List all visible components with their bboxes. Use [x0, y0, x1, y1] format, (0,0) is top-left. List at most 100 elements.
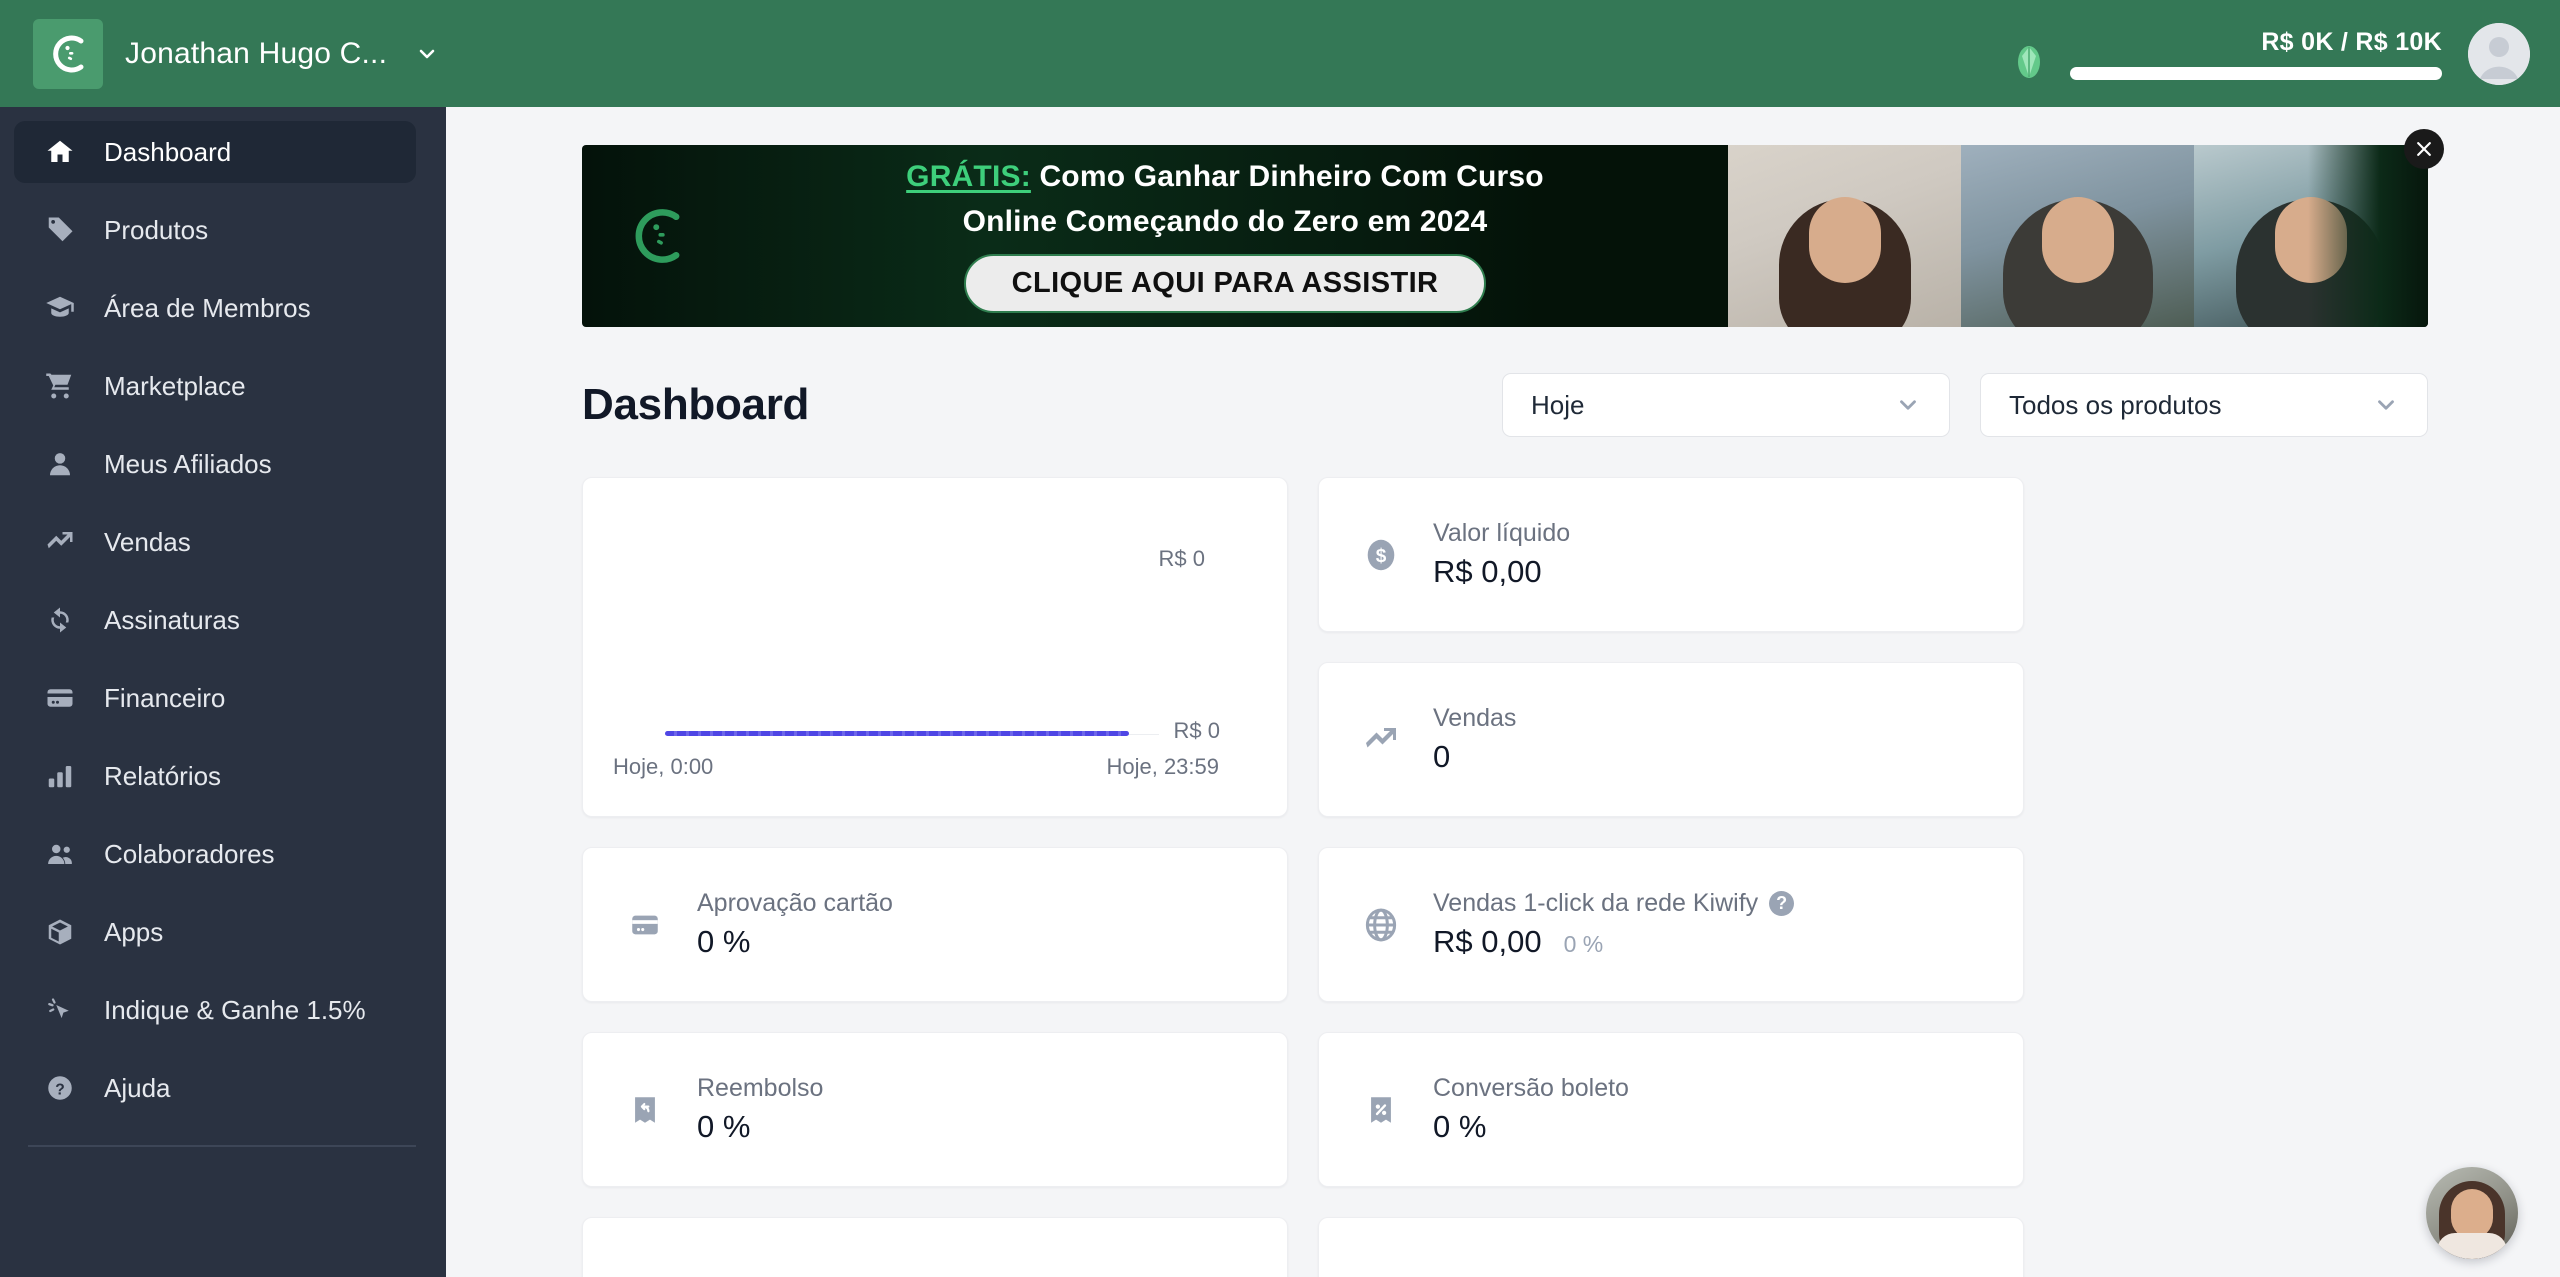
- page-title: Dashboard: [582, 380, 810, 429]
- revenue-goal-progress: R$ 0K / R$ 10K: [2070, 28, 2442, 80]
- promo-gratis-label: GRÁTIS:: [906, 160, 1031, 194]
- sidebar-item-produtos[interactable]: Produtos: [14, 199, 416, 261]
- close-icon[interactable]: [2404, 129, 2444, 169]
- metric-label: Conversão boleto: [1433, 1074, 1629, 1102]
- globe-icon: [1359, 903, 1403, 947]
- sidebar-item-label: Ajuda: [104, 1072, 171, 1103]
- sidebar-item-label: Marketplace: [104, 370, 246, 401]
- promo-gradient-overlay: [2308, 145, 2428, 327]
- sidebar-item-label: Colaboradores: [104, 838, 275, 869]
- metric-value-row: R$ 0,00: [1433, 554, 1570, 590]
- cursor-click-icon: [42, 992, 78, 1028]
- sidebar-item-relatorios[interactable]: Relatórios: [14, 745, 416, 807]
- promo-copy: GRÁTIS: Como Ganhar Dinheiro Com Curso O…: [732, 159, 1728, 313]
- trending-up-icon: [42, 524, 78, 560]
- metric-card-partial-left: [582, 1217, 1288, 1277]
- chat-avatar-body: [2437, 1233, 2507, 1259]
- metric-value: 0 %: [697, 924, 751, 959]
- sidebar-item-ajuda[interactable]: ? Ajuda: [14, 1057, 416, 1119]
- question-mark-icon[interactable]: ?: [1769, 891, 1795, 916]
- metric-text-block: Conversão boleto 0 %: [1433, 1074, 1629, 1145]
- sidebar-item-indique-e-ganhe[interactable]: Indique & Ganhe 1.5%: [14, 979, 416, 1041]
- metric-subvalue: 0 %: [1563, 931, 1604, 957]
- sidebar-item-label: Dashboard: [104, 136, 232, 167]
- revenue-line-chart: R$ 0 R$ 0 Hoje, 0:00 Hoje, 23:59: [613, 506, 1257, 794]
- header-right-cluster: R$ 0K / R$ 10K: [2014, 20, 2530, 88]
- gem-icon: [2014, 20, 2044, 88]
- brand-account-switcher[interactable]: Jonathan Hugo C...: [27, 13, 453, 95]
- sidebar-item-financeiro[interactable]: Financeiro: [14, 667, 416, 729]
- receipt-return-icon: [623, 1088, 667, 1132]
- sidebar-item-apps[interactable]: Apps: [14, 901, 416, 963]
- chart-y-axis-top-label: R$ 0: [1158, 546, 1205, 571]
- metric-text-block: Vendas 1-click da rede Kiwify ? R$ 0,00 …: [1433, 889, 1795, 960]
- chart-series-line: [665, 731, 1129, 736]
- metric-card-partial-right: [1318, 1217, 2024, 1277]
- cube-icon: [42, 914, 78, 950]
- chart-x-axis-start-label: Hoje, 0:00: [613, 754, 714, 779]
- sidebar-item-dashboard[interactable]: Dashboard: [14, 121, 416, 183]
- metric-card-reembolso: Reembolso 0 %: [582, 1032, 1288, 1187]
- period-filter-value: Hoje: [1531, 389, 1585, 420]
- sidebar-item-label: Indique & Ganhe 1.5%: [104, 994, 366, 1025]
- sidebar-item-meus-afiliados[interactable]: Meus Afiliados: [14, 433, 416, 495]
- user-icon: [42, 446, 78, 482]
- metric-value-row: R$ 0,00 0 %: [1433, 924, 1794, 960]
- metric-card-aprovacao-cartao: Aprovação cartão 0 %: [582, 847, 1288, 1002]
- sidebar-item-label: Assinaturas: [104, 604, 240, 635]
- refresh-icon: [42, 602, 78, 638]
- svg-text:?: ?: [55, 1081, 65, 1098]
- top-header-bar: Jonathan Hugo C... R$ 0K / R$ 10K: [0, 0, 2560, 107]
- metric-value: 0: [1433, 739, 1451, 774]
- tag-icon: [42, 212, 78, 248]
- sidebar-item-label: Vendas: [104, 526, 191, 557]
- product-filter-value: Todos os produtos: [2009, 389, 2222, 420]
- metric-value: R$ 0,00: [1433, 554, 1542, 589]
- promo-banner[interactable]: GRÁTIS: Como Ganhar Dinheiro Com Curso O…: [582, 145, 2428, 327]
- metric-text-block: Valor líquido R$ 0,00: [1433, 519, 1570, 590]
- metric-text-block: Reembolso 0 %: [697, 1074, 823, 1145]
- chat-avatar-face: [2451, 1189, 2493, 1239]
- promo-banner-wrapper: GRÁTIS: Como Ganhar Dinheiro Com Curso O…: [582, 129, 2444, 327]
- metric-card-vendas: Vendas 0: [1318, 662, 2024, 817]
- question-circle-icon: ?: [42, 1070, 78, 1106]
- credit-card-icon: [623, 903, 667, 947]
- promo-headline-line2: Online Começando do Zero em 2024: [962, 204, 1488, 238]
- metric-value-row: 0 %: [697, 924, 893, 960]
- metric-card-conversao-boleto: Conversão boleto 0 %: [1318, 1032, 2024, 1187]
- sidebar-item-assinaturas[interactable]: Assinaturas: [14, 589, 416, 651]
- receipt-percent-icon: [1359, 1088, 1403, 1132]
- kiwify-logo-icon: [582, 205, 732, 267]
- product-filter-select[interactable]: Todos os produtos: [1980, 373, 2428, 437]
- metric-card-vendas-1-click: Vendas 1-click da rede Kiwify ? R$ 0,00 …: [1318, 847, 2024, 1002]
- sidebar-item-area-de-membros[interactable]: Área de Membros: [14, 277, 416, 339]
- promo-cta-button[interactable]: CLIQUE AQUI PARA ASSISTIR: [963, 253, 1487, 313]
- promo-headline-line1: GRÁTIS: Como Ganhar Dinheiro Com Curso: [906, 159, 1544, 194]
- metric-label: Aprovação cartão: [697, 889, 893, 917]
- sidebar-item-marketplace[interactable]: Marketplace: [14, 355, 416, 417]
- sidebar-item-label: Financeiro: [104, 682, 226, 713]
- page-header-row: Dashboard Hoje Todos os produtos: [582, 373, 2428, 437]
- sidebar-item-colaboradores[interactable]: Colaboradores: [14, 823, 416, 885]
- period-filter-select[interactable]: Hoje: [1502, 373, 1950, 437]
- user-avatar-icon[interactable]: [2468, 22, 2530, 85]
- users-icon: [42, 836, 78, 872]
- sidebar-item-label: Meus Afiliados: [104, 448, 272, 479]
- sidebar-item-label: Apps: [104, 916, 164, 947]
- chevron-down-icon[interactable]: [415, 42, 439, 66]
- chevron-down-icon: [2373, 392, 2399, 418]
- support-agent-avatar-icon[interactable]: [2426, 1167, 2518, 1259]
- main-content-area: GRÁTIS: Como Ganhar Dinheiro Com Curso O…: [446, 107, 2560, 1277]
- metric-value-row: 0: [1433, 739, 1516, 775]
- promo-headline-rest: Como Ganhar Dinheiro Com Curso: [1030, 160, 1544, 194]
- sidebar-item-label: Produtos: [104, 214, 209, 245]
- trending-up-icon: [1359, 718, 1403, 762]
- chevron-down-icon: [1895, 392, 1921, 418]
- account-name: Jonathan Hugo C...: [125, 36, 388, 70]
- metric-label-text: Vendas 1-click da rede Kiwify: [1433, 889, 1759, 917]
- sidebar-item-vendas[interactable]: Vendas: [14, 511, 416, 573]
- metric-value: R$ 0,00: [1433, 924, 1542, 959]
- credit-card-icon: [42, 680, 78, 716]
- metric-value: 0 %: [1433, 1109, 1487, 1144]
- dollar-circle-icon: $: [1359, 533, 1403, 577]
